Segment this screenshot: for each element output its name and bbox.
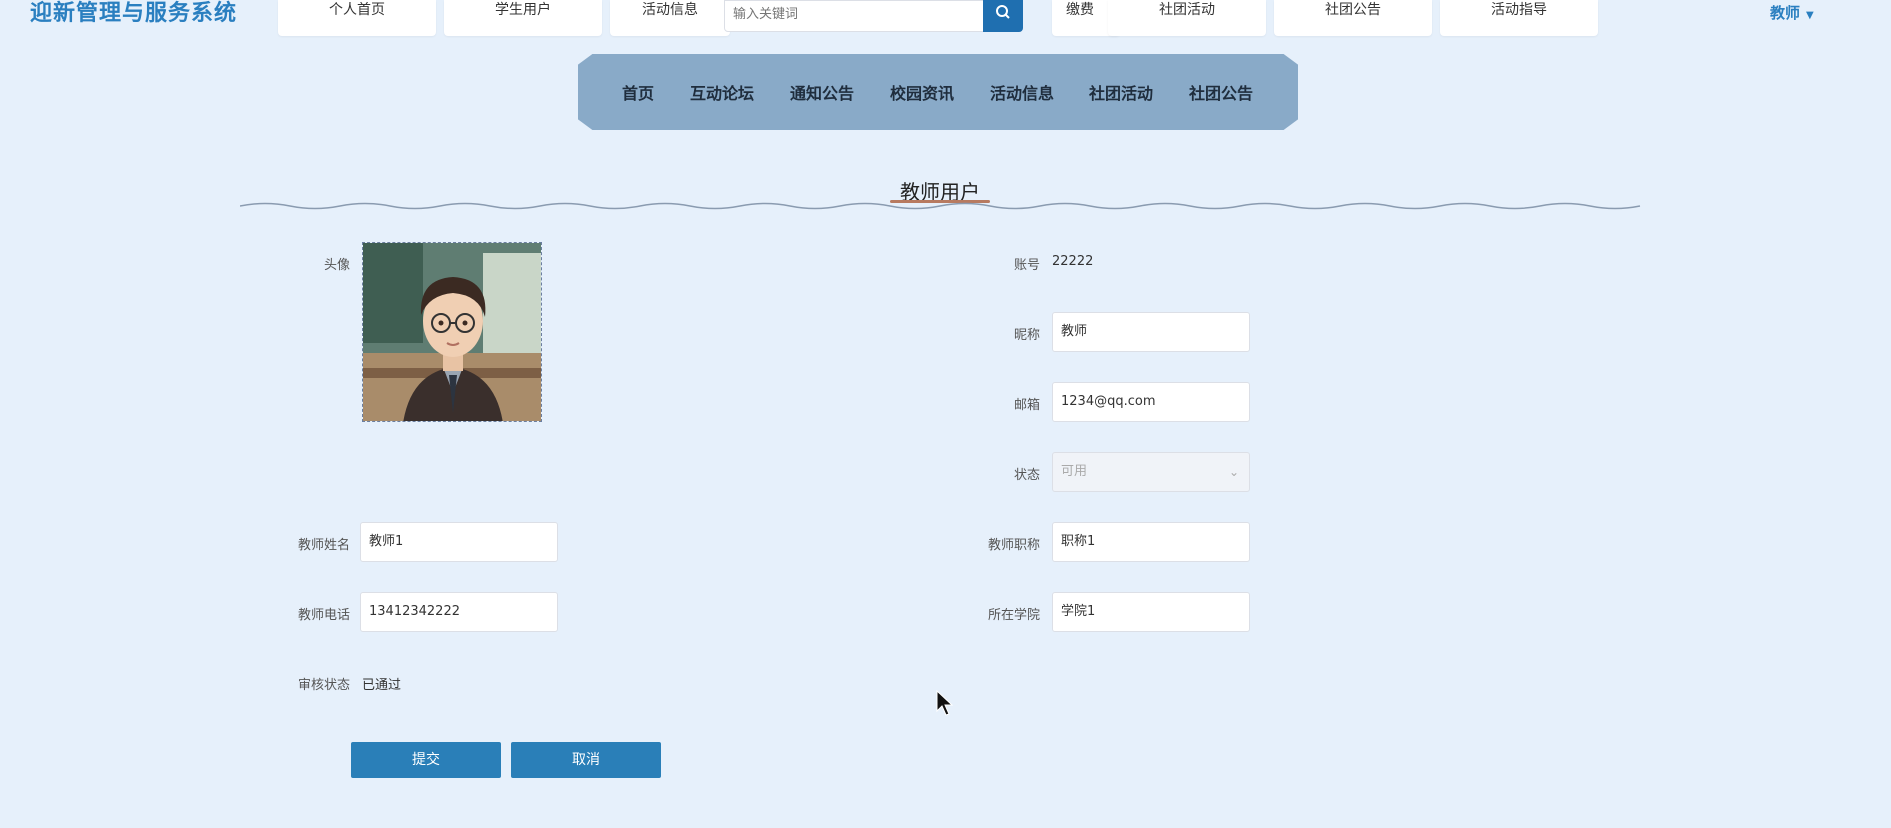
college-label: 所在学院 xyxy=(987,608,1040,623)
main-nav-notices[interactable]: 通知公告 xyxy=(790,80,854,104)
main-nav: 首页 互动论坛 通知公告 校园资讯 活动信息 社团活动 社团公告 xyxy=(578,54,1298,130)
chevron-down-icon: ⌄ xyxy=(1228,465,1239,479)
search-button[interactable] xyxy=(983,0,1023,32)
email-label: 邮箱 xyxy=(1013,398,1040,413)
cancel-button[interactable]: 取消 xyxy=(511,742,661,778)
main-nav-club-notices[interactable]: 社团公告 xyxy=(1189,80,1253,104)
caret-down-icon: ▼ xyxy=(1806,10,1814,21)
top-nav-club-activities[interactable]: 社团活动 xyxy=(1108,0,1266,36)
status-select[interactable]: 可用 ⌄ xyxy=(1052,452,1250,492)
main-nav-club-activities[interactable]: 社团活动 xyxy=(1089,80,1153,104)
teacher-phone-field[interactable]: 13412342222 xyxy=(360,592,558,632)
top-nav-personal-home[interactable]: 个人首页 xyxy=(278,0,436,36)
search-icon xyxy=(996,5,1010,19)
teacher-avatar-illustration xyxy=(363,243,541,421)
college-field[interactable]: 学院1 xyxy=(1052,592,1250,632)
user-menu[interactable]: 教师 ▼ xyxy=(1770,2,1814,23)
app-logo-title: 迎新管理与服务系统 xyxy=(30,1,238,26)
account-value: 22222 xyxy=(1052,254,1094,269)
main-nav-home[interactable]: 首页 xyxy=(622,80,654,104)
search-input[interactable] xyxy=(731,3,975,25)
avatar-label: 头像 xyxy=(323,258,350,273)
teacher-name-label: 教师姓名 xyxy=(297,538,350,553)
status-select-value: 可用 xyxy=(1061,464,1088,479)
review-status-value: 已通过 xyxy=(362,678,402,693)
status-label: 状态 xyxy=(1013,468,1040,483)
account-label: 账号 xyxy=(1013,258,1040,273)
teacher-title-field[interactable]: 职称1 xyxy=(1052,522,1250,562)
wave-divider xyxy=(240,202,1641,210)
nickname-field[interactable]: 教师 xyxy=(1052,312,1250,352)
submit-button[interactable]: 提交 xyxy=(351,742,501,778)
nickname-label: 昵称 xyxy=(1013,328,1040,343)
search-box xyxy=(724,0,1023,32)
main-nav-activity-info[interactable]: 活动信息 xyxy=(990,80,1054,104)
email-field[interactable]: 1234@qq.com xyxy=(1052,382,1250,422)
top-nav-activity-guidance[interactable]: 活动指导 xyxy=(1440,0,1598,36)
teacher-phone-label: 教师电话 xyxy=(297,608,350,623)
teacher-name-field[interactable]: 教师1 xyxy=(360,522,558,562)
main-nav-forum[interactable]: 互动论坛 xyxy=(690,80,754,104)
main-nav-campus-news[interactable]: 校园资讯 xyxy=(890,80,954,104)
top-nav-club-notices[interactable]: 社团公告 xyxy=(1274,0,1432,36)
mouse-cursor-icon xyxy=(936,690,954,716)
user-menu-label: 教师 xyxy=(1770,4,1801,22)
avatar-image[interactable] xyxy=(362,242,542,422)
top-nav-student-users[interactable]: 学生用户 xyxy=(444,0,602,36)
top-nav-activity-info[interactable]: 活动信息 xyxy=(610,0,730,36)
review-status-label: 审核状态 xyxy=(297,678,350,693)
teacher-title-label: 教师职称 xyxy=(987,538,1040,553)
